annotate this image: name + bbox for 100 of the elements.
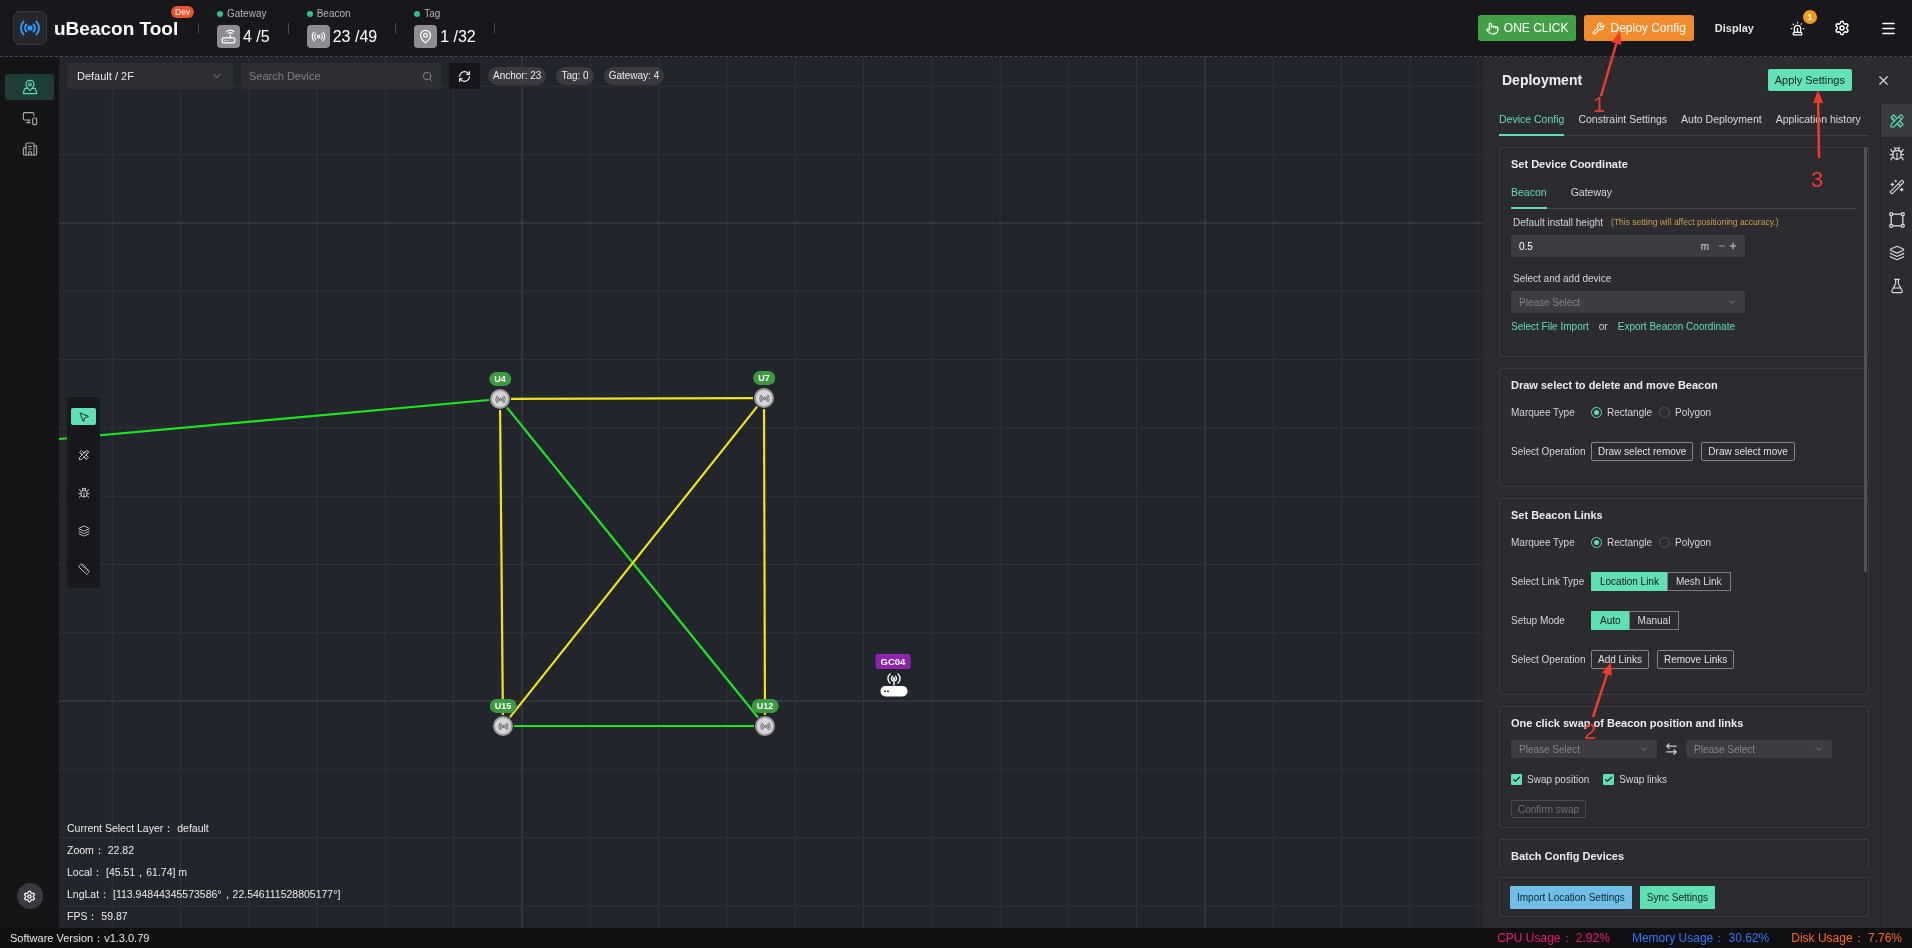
- map-info-text: Current Select Layer： default: [67, 822, 210, 835]
- siren-icon[interactable]: [1790, 20, 1805, 36]
- import-link[interactable]: Select File Import: [1511, 319, 1589, 334]
- checkbox-option[interactable]: Swap links: [1603, 771, 1668, 787]
- segment-option[interactable]: Auto: [1591, 610, 1630, 630]
- field-label: Marquee Type: [1511, 405, 1576, 420]
- beacon-label: U7: [753, 371, 775, 385]
- section-title: Draw select to delete and move Beacon: [1511, 378, 1719, 392]
- panel-tab[interactable]: Auto Deployment: [1681, 113, 1762, 136]
- gateway-label: GC04: [875, 654, 911, 669]
- radio-wave-icon: [306, 25, 330, 48]
- map-info-text: Local： [45.51，61.74] m: [67, 866, 189, 879]
- panel-tab[interactable]: Device Config: [1499, 113, 1565, 136]
- radio-option[interactable]: Rectangle: [1591, 404, 1653, 420]
- usage-text: Disk Usage： 7.76%: [1791, 930, 1902, 947]
- radio-option[interactable]: Polygon: [1659, 404, 1712, 420]
- tools-icon: [77, 448, 90, 461]
- checkbox-option[interactable]: Swap position: [1511, 771, 1590, 787]
- devices-icon: [21, 110, 38, 126]
- segment-option[interactable]: Location Link: [1591, 571, 1668, 591]
- settings-icon: [23, 889, 36, 903]
- count-badge: Anchor: 23: [488, 67, 547, 85]
- display-menu[interactable]: Display: [1714, 19, 1754, 37]
- map-pin-icon: [414, 25, 438, 48]
- chevron-down-icon: [1727, 297, 1737, 307]
- segment-option[interactable]: Mesh Link: [1666, 571, 1731, 591]
- hint-text: (This setting will affect positioning accuracy.): [1611, 216, 1779, 229]
- version-text: Software Version：v1.3.0.79: [10, 930, 150, 946]
- sub-tab[interactable]: Beacon: [1511, 179, 1547, 209]
- magic-wand-icon: [1888, 178, 1905, 195]
- apply-settings-button[interactable]: Apply Settings: [1767, 69, 1852, 91]
- stat-value: 23 /49: [332, 26, 378, 47]
- unit-label: m: [1700, 239, 1709, 254]
- vector-square-icon: [1888, 211, 1905, 228]
- annotation-number: 3: [1811, 171, 1824, 188]
- radio-option[interactable]: Polygon: [1659, 534, 1712, 550]
- notification-badge: 1: [1803, 9, 1817, 24]
- export-link[interactable]: Export Beacon Coordinate: [1617, 319, 1735, 334]
- footer-button[interactable]: Import Location Settings: [1510, 885, 1632, 909]
- usage-text: CPU Usage： 2.92%: [1497, 930, 1610, 947]
- field-label: Select Operation: [1511, 444, 1587, 459]
- section-title: Batch Config Devices: [1511, 848, 1626, 863]
- stat-value: 4 /5: [243, 26, 270, 47]
- search-field[interactable]: Search Device: [241, 63, 441, 89]
- radio-option[interactable]: Rectangle: [1591, 534, 1653, 550]
- beacon-select[interactable]: Please Select: [1511, 740, 1657, 758]
- bug-icon: [1888, 145, 1905, 162]
- wrench-icon: [1592, 21, 1606, 35]
- beacon-label: U15: [489, 699, 517, 713]
- app-title: uBeacon Tool: [54, 18, 179, 38]
- segment-option[interactable]: Manual: [1628, 610, 1680, 630]
- usage-text: Memory Usage： 30.62%: [1631, 930, 1770, 947]
- operation-button[interactable]: Draw select remove: [1591, 441, 1694, 461]
- tools-icon: [1888, 112, 1905, 129]
- dev-badge: Dev: [171, 6, 195, 18]
- annotation-number: 1: [1593, 96, 1606, 113]
- beacon-marker[interactable]: [490, 389, 510, 409]
- hand-pointer-icon: [1485, 21, 1499, 35]
- radio-wave-icon: [494, 393, 506, 405]
- map-tool-button[interactable]: [71, 408, 96, 425]
- settings-icon[interactable]: [1834, 20, 1850, 36]
- footer-button[interactable]: Sync Settings: [1639, 885, 1715, 909]
- stat-label: Gateway: [227, 8, 267, 20]
- floor-select[interactable]: Default / 2F: [67, 63, 233, 89]
- bug-icon: [77, 486, 90, 499]
- section-title: Set Beacon Links: [1511, 508, 1604, 522]
- beacon-marker[interactable]: [754, 388, 774, 408]
- sidebar-item[interactable]: [5, 74, 54, 100]
- section-title: Set Device Coordinate: [1511, 157, 1629, 171]
- beacon-marker[interactable]: [493, 716, 513, 736]
- beacon-select[interactable]: Please Select: [1686, 740, 1832, 758]
- radio-wave-icon: [497, 720, 509, 732]
- chevron-down-icon: [1639, 744, 1649, 754]
- device-select[interactable]: Please Select: [1511, 291, 1745, 313]
- building-icon: [21, 141, 38, 157]
- panel-title: Deployment: [1502, 70, 1583, 90]
- rail-tab[interactable]: [1881, 104, 1912, 137]
- ruler-icon: [77, 562, 90, 575]
- beacon-marker[interactable]: [755, 716, 775, 736]
- map-info-text: LngLat： [113.94844345573586°，22.546111528805177°]: [67, 888, 341, 901]
- router-icon: [217, 25, 240, 48]
- operation-button[interactable]: Remove Links: [1656, 649, 1735, 669]
- field-label: Setup Mode: [1511, 613, 1566, 628]
- swap-icon[interactable]: [1664, 742, 1679, 756]
- operation-button[interactable]: Draw select move: [1701, 441, 1795, 461]
- refresh-button[interactable]: [449, 63, 480, 89]
- panel-tab[interactable]: Constraint Settings: [1578, 113, 1668, 136]
- annotation-arrow: [1591, 662, 1612, 718]
- separator-text: or: [1598, 320, 1608, 334]
- search-icon: [422, 70, 433, 82]
- plus-icon[interactable]: [1728, 241, 1738, 251]
- router-icon[interactable]: [880, 673, 908, 697]
- chevron-down-icon: [1814, 744, 1824, 754]
- settings-button[interactable]: [16, 883, 43, 909]
- count-badge: Gateway: 4: [603, 67, 665, 85]
- sub-tab[interactable]: Gateway: [1570, 179, 1613, 209]
- map-info-text: Zoom： 22.82: [67, 844, 136, 857]
- radio-wave-icon: [758, 392, 770, 404]
- layers-icon: [77, 524, 90, 537]
- field-label: Default install height: [1513, 216, 1604, 230]
